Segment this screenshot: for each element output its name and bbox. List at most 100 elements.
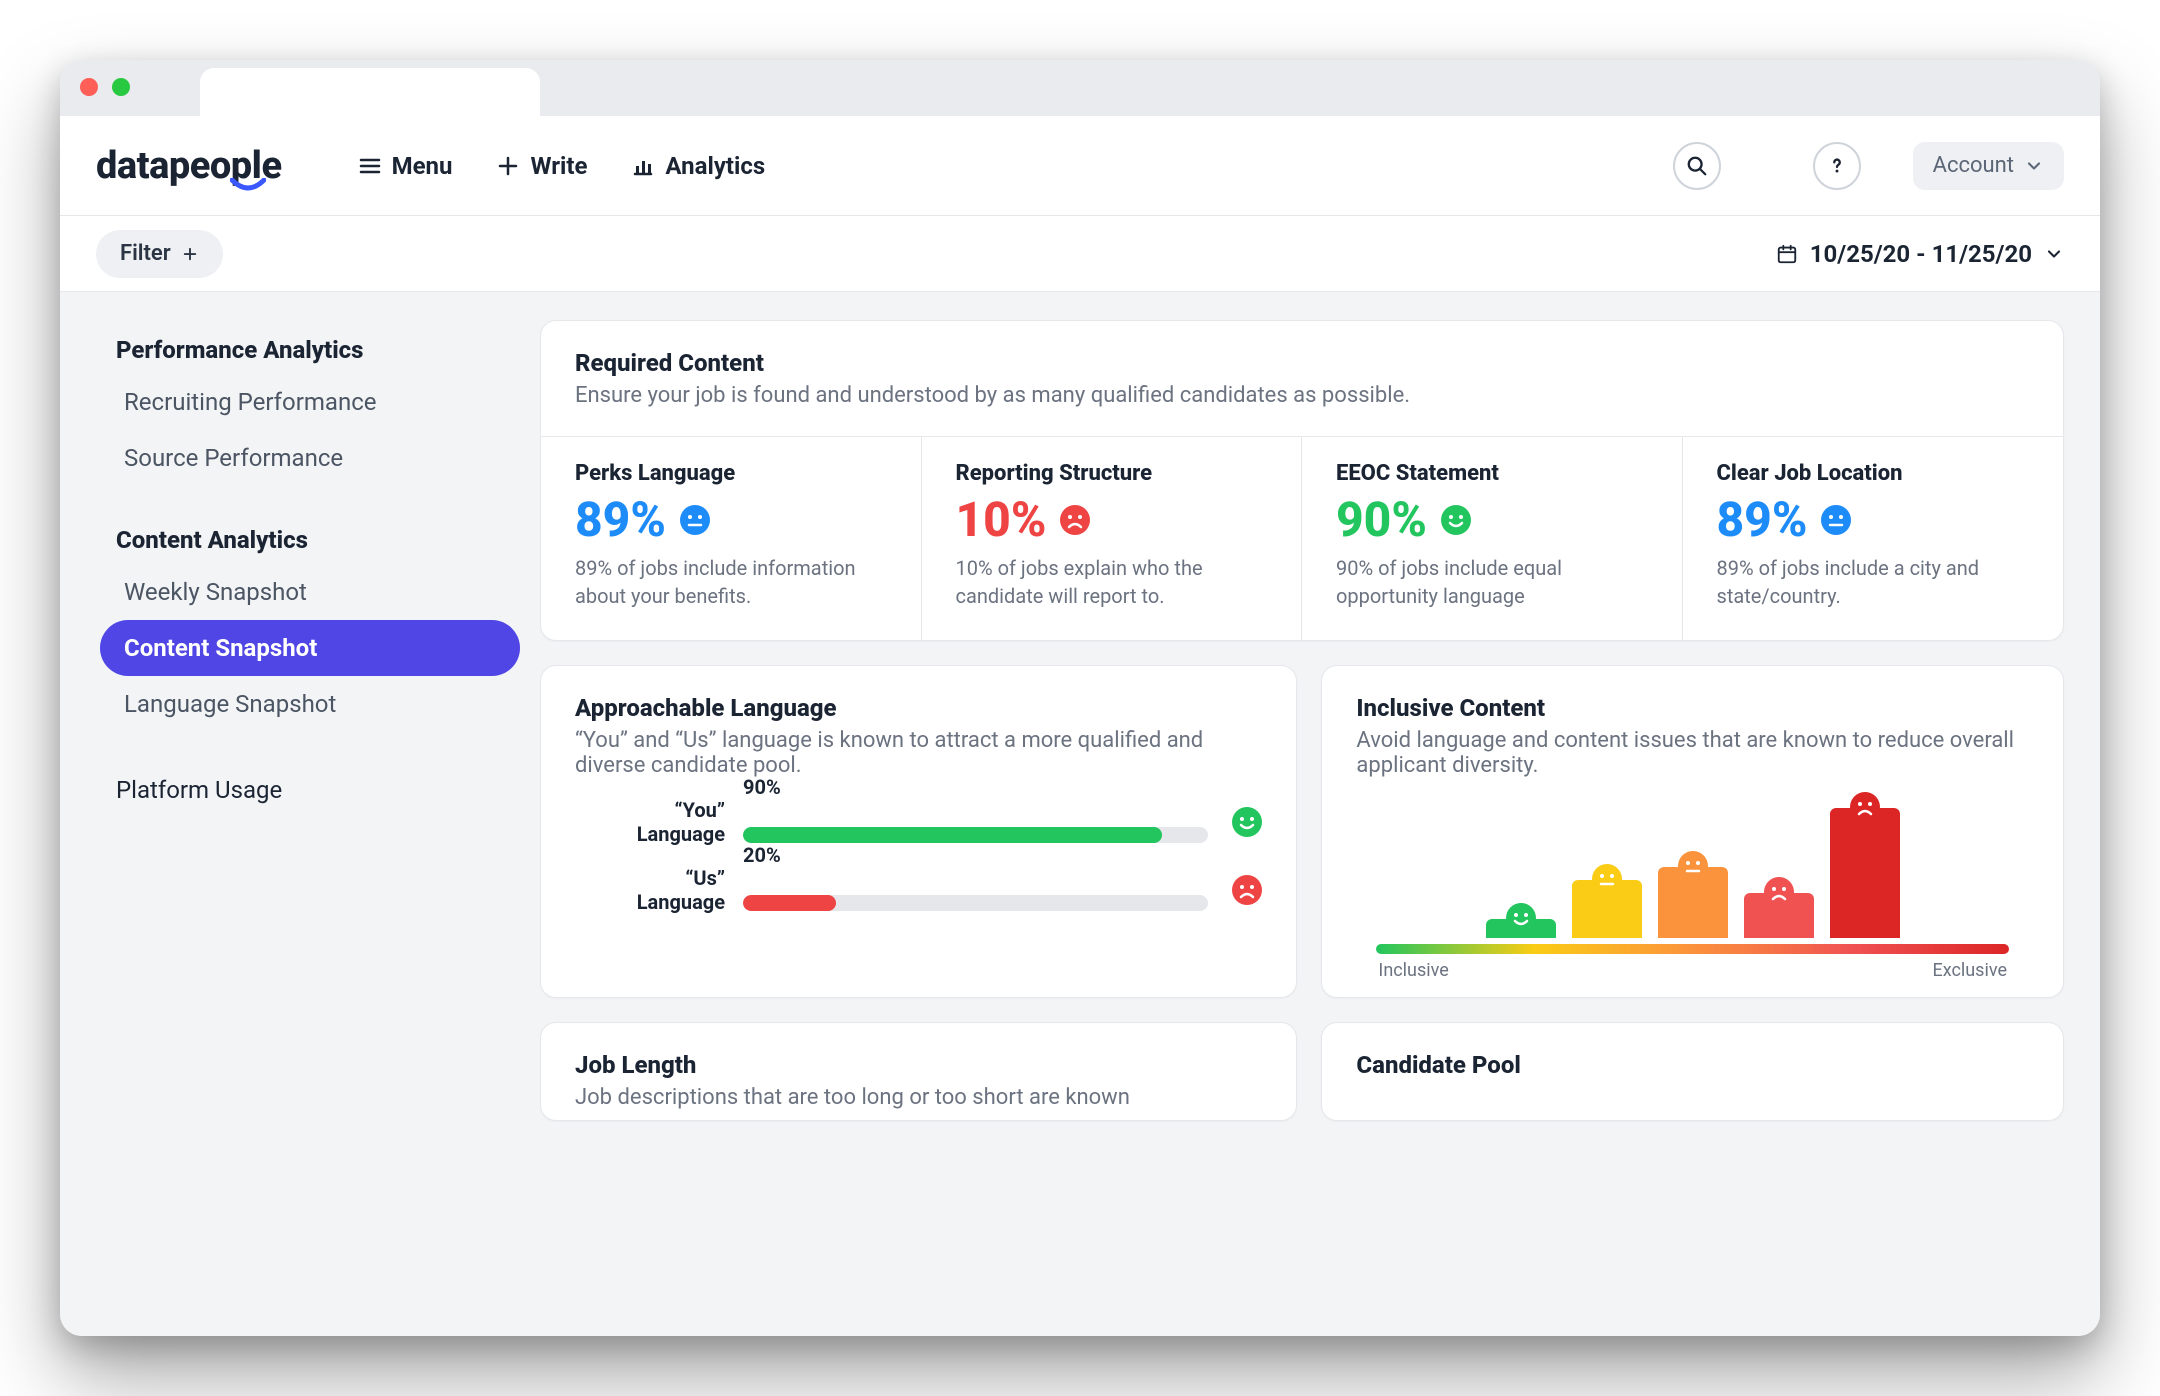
account-dropdown[interactable]: Account bbox=[1913, 142, 2064, 190]
kpi-value: 90% bbox=[1336, 496, 1427, 544]
chart-bar bbox=[1830, 792, 1900, 938]
search-button[interactable] bbox=[1673, 142, 1721, 190]
kpi-tile: Clear Job Location 89% 89% of jobs inclu… bbox=[1683, 437, 2064, 640]
sidebar-heading-content: Content Analytics bbox=[100, 516, 520, 564]
progress-fill bbox=[743, 827, 1162, 843]
sidebar-item-content-snapshot[interactable]: Content Snapshot bbox=[100, 620, 520, 676]
face-happy-icon bbox=[1506, 903, 1536, 933]
sidebar: Performance Analytics Recruiting Perform… bbox=[60, 292, 540, 1336]
plus-icon bbox=[496, 154, 520, 178]
browser-window: datapeople Menu Write Analytics bbox=[60, 60, 2100, 1336]
card-approachable-language: Approachable Language “You” and “Us” lan… bbox=[540, 665, 1297, 998]
progress-bars: “You”Language 90% “Us”Language 20% bbox=[575, 798, 1262, 914]
main-panel: Required Content Ensure your job is foun… bbox=[540, 292, 2100, 1336]
section-desc: Ensure your job is found and understood … bbox=[575, 383, 2029, 408]
section-title: Job Length bbox=[575, 1051, 1262, 1079]
progress-label: “You”Language bbox=[575, 798, 725, 846]
date-range-picker[interactable]: 10/25/20 - 11/25/20 bbox=[1776, 240, 2064, 268]
primary-nav: Menu Write Analytics bbox=[358, 152, 766, 180]
chevron-down-icon bbox=[2024, 156, 2044, 176]
progress-row: “You”Language 90% bbox=[575, 798, 1262, 846]
chevron-down-icon bbox=[2044, 244, 2064, 264]
write-button[interactable]: Write bbox=[496, 152, 587, 180]
face-neutral-icon bbox=[1821, 505, 1851, 535]
question-icon bbox=[1826, 155, 1848, 177]
maximize-window-icon[interactable] bbox=[112, 78, 130, 96]
kpi-tile: Perks Language 89% 89% of jobs include i… bbox=[541, 437, 922, 640]
menu-button[interactable]: Menu bbox=[358, 152, 453, 180]
section-title: Candidate Pool bbox=[1356, 1051, 2029, 1079]
bar-fill bbox=[1830, 808, 1900, 938]
card-job-length: Job Length Job descriptions that are too… bbox=[540, 1022, 1297, 1121]
kpi-desc: 89% of jobs include information about yo… bbox=[575, 554, 887, 610]
analytics-button[interactable]: Analytics bbox=[631, 152, 765, 180]
section-desc: Job descriptions that are too long or to… bbox=[575, 1085, 1262, 1110]
axis-label-left: Inclusive bbox=[1378, 960, 1448, 981]
kpi-desc: 89% of jobs include a city and state/cou… bbox=[1717, 554, 2030, 610]
sidebar-item-source-performance[interactable]: Source Performance bbox=[100, 430, 520, 486]
bar-chart-icon bbox=[631, 154, 655, 178]
browser-tab[interactable] bbox=[200, 68, 540, 116]
kpi-label: Clear Job Location bbox=[1717, 461, 2030, 486]
plus-icon bbox=[181, 245, 199, 263]
sidebar-heading-performance: Performance Analytics bbox=[100, 326, 520, 374]
kpi-desc: 10% of jobs explain who the candidate wi… bbox=[956, 554, 1268, 610]
progress-row: “Us”Language 20% bbox=[575, 866, 1262, 914]
face-sad-icon bbox=[1060, 505, 1090, 535]
chart-bar bbox=[1572, 864, 1642, 939]
logo-smile-icon bbox=[230, 178, 266, 192]
kpi-label: Perks Language bbox=[575, 461, 887, 486]
sidebar-item-weekly-snapshot[interactable]: Weekly Snapshot bbox=[100, 564, 520, 620]
face-neutral-icon bbox=[680, 505, 710, 535]
face-sad-icon bbox=[1850, 792, 1880, 822]
section-title: Approachable Language bbox=[575, 694, 1262, 722]
face-sad-icon bbox=[1764, 877, 1794, 907]
app-logo[interactable]: datapeople bbox=[96, 144, 288, 188]
chart-bar bbox=[1744, 877, 1814, 939]
section-desc: Avoid language and content issues that a… bbox=[1356, 728, 2029, 778]
window-controls bbox=[80, 78, 130, 96]
sidebar-item-platform-usage[interactable]: Platform Usage bbox=[100, 762, 520, 818]
card-required-content: Required Content Ensure your job is foun… bbox=[540, 320, 2064, 641]
workspace: Performance Analytics Recruiting Perform… bbox=[60, 292, 2100, 1336]
face-neutral-icon bbox=[1678, 851, 1708, 881]
face-neutral-icon bbox=[1592, 864, 1622, 894]
progress-label: “Us”Language bbox=[575, 866, 725, 914]
browser-tabbar bbox=[60, 60, 2100, 116]
axis-gradient bbox=[1376, 944, 2009, 954]
progress-percent: 90% bbox=[743, 775, 781, 799]
close-window-icon[interactable] bbox=[80, 78, 98, 96]
progress-track bbox=[743, 895, 1208, 911]
filter-bar: Filter 10/25/20 - 11/25/20 bbox=[60, 216, 2100, 292]
app-header: datapeople Menu Write Analytics bbox=[60, 116, 2100, 216]
section-desc: “You” and “Us” language is known to attr… bbox=[575, 728, 1262, 778]
progress-percent: 20% bbox=[743, 843, 781, 867]
inclusive-chart: Inclusive Exclusive bbox=[1356, 778, 2029, 981]
kpi-label: Reporting Structure bbox=[956, 461, 1268, 486]
sidebar-item-language-snapshot[interactable]: Language Snapshot bbox=[100, 676, 520, 732]
sidebar-item-recruiting-performance[interactable]: Recruiting Performance bbox=[100, 374, 520, 430]
face-happy-icon bbox=[1441, 505, 1471, 535]
section-title: Inclusive Content bbox=[1356, 694, 2029, 722]
kpi-tile: EEOC Statement 90% 90% of jobs include e… bbox=[1302, 437, 1683, 640]
filter-button[interactable]: Filter bbox=[96, 230, 223, 278]
chart-bar bbox=[1486, 903, 1556, 939]
kpi-desc: 90% of jobs include equal opportunity la… bbox=[1336, 554, 1648, 610]
chart-bar bbox=[1658, 851, 1728, 939]
help-button[interactable] bbox=[1813, 142, 1861, 190]
hamburger-icon bbox=[358, 154, 382, 178]
kpi-label: EEOC Statement bbox=[1336, 461, 1648, 486]
kpi-grid: Perks Language 89% 89% of jobs include i… bbox=[541, 436, 2063, 640]
face-happy-icon bbox=[1232, 807, 1262, 837]
section-title: Required Content bbox=[575, 349, 2029, 377]
kpi-value: 89% bbox=[575, 496, 666, 544]
search-icon bbox=[1686, 155, 1708, 177]
progress-fill bbox=[743, 895, 836, 911]
kpi-value: 10% bbox=[956, 496, 1047, 544]
face-sad-icon bbox=[1232, 875, 1262, 905]
kpi-tile: Reporting Structure 10% 10% of jobs expl… bbox=[922, 437, 1303, 640]
calendar-icon bbox=[1776, 243, 1798, 265]
axis-label-right: Exclusive bbox=[1932, 960, 2007, 981]
card-candidate-pool: Candidate Pool bbox=[1321, 1022, 2064, 1121]
kpi-value: 89% bbox=[1717, 496, 1808, 544]
